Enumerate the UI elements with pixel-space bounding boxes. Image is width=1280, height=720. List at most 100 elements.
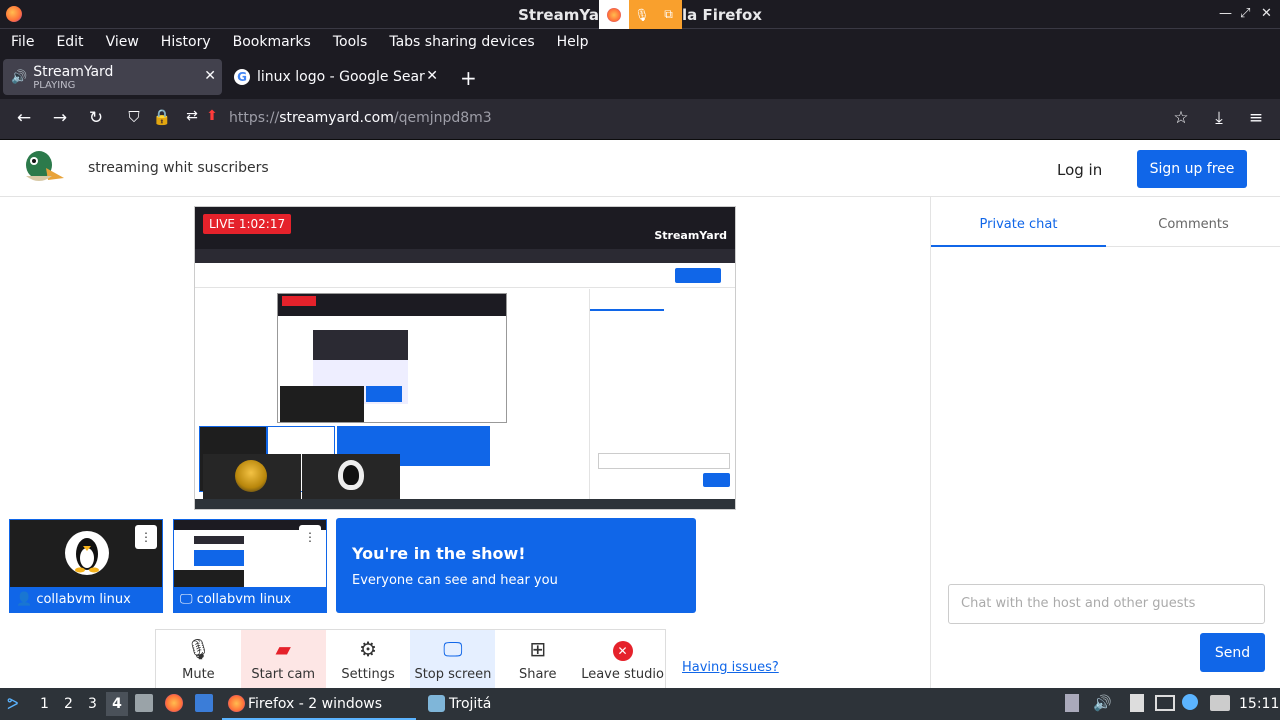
mute-label: Mute [182, 667, 215, 682]
menu-tabs-sharing[interactable]: Tabs sharing devices [389, 34, 534, 50]
share-plus-icon: ⊞ [529, 637, 547, 661]
menu-bookmarks[interactable]: Bookmarks [233, 34, 311, 50]
stage-cam-tile-tux [302, 454, 400, 502]
menu-file[interactable]: File [11, 34, 34, 50]
stage-nested-navbar [195, 249, 735, 263]
minimize-icon[interactable]: — [1219, 6, 1232, 21]
tray-display-icon[interactable] [1155, 695, 1175, 711]
microphone-sharing-icon[interactable]: 🎙 [629, 0, 655, 29]
broadcast-title: streaming whit suscribers [88, 160, 269, 176]
participant-tile-screen[interactable]: ⋮ 🖵 collabvm linux [173, 519, 327, 613]
more-options-icon[interactable]: ⋮ [299, 525, 321, 549]
participant-tile-camera[interactable]: ⋮ 👤 collabvm linux [9, 519, 163, 613]
participant-label: 👤 collabvm linux [10, 587, 162, 612]
tab-google-search[interactable]: G linux logo - Google Search ✕ [226, 59, 444, 95]
studio-header: streaming whit suscribers Log in Sign up… [0, 141, 1280, 197]
menu-view[interactable]: View [106, 34, 139, 50]
lock-icon[interactable]: 🔒 [150, 108, 174, 126]
tab-comments[interactable]: Comments [1106, 197, 1280, 247]
close-tab-icon[interactable]: ✕ [426, 68, 438, 84]
volume-icon[interactable]: 🔊 [1093, 694, 1112, 712]
url-bar[interactable]: https://streamyard.com/qemjnpd8m3 [229, 110, 492, 126]
start-cam-button[interactable]: ▰ Start cam [240, 630, 326, 688]
leave-studio-label: Leave studio [581, 667, 664, 682]
tab-bar: 🔊 StreamYard PLAYING ✕ G linux logo - Go… [0, 54, 1280, 99]
workspace-1[interactable]: 1 [40, 696, 49, 712]
menu-edit[interactable]: Edit [56, 34, 83, 50]
tab-subtitle: PLAYING [33, 79, 76, 91]
leave-studio-button[interactable]: ✕ Leave studio [580, 630, 665, 688]
camera-off-icon: ▰ [275, 637, 291, 661]
stage-preview: LIVE 1:02:17 StreamYard [194, 206, 736, 510]
share-label: Share [518, 667, 557, 682]
menu-help[interactable]: Help [557, 34, 589, 50]
settings-label: Settings [341, 667, 395, 682]
mail-task-icon [428, 695, 445, 712]
workspace-3[interactable]: 3 [88, 696, 97, 712]
monitor-icon: 🖵 [443, 637, 463, 661]
task-firefox[interactable]: Firefox - 2 windows [222, 688, 416, 720]
task-firefox-label: Firefox - 2 windows [248, 696, 383, 712]
firefox-small-icon [607, 7, 621, 22]
back-icon[interactable]: ← [12, 108, 36, 128]
stage-nested-stage [277, 293, 507, 423]
tab-title: StreamYard [33, 63, 114, 80]
settings-button[interactable]: ⚙ Settings [326, 630, 411, 688]
tray-clipboard-icon[interactable] [1065, 694, 1079, 712]
sharing-indicator[interactable]: 🎙 ⧉ [599, 0, 682, 29]
stop-screen-button[interactable]: 🖵 Stop screen [410, 630, 496, 688]
forward-icon[interactable]: → [48, 108, 72, 128]
firefox-launcher-icon[interactable] [165, 694, 183, 712]
workspace-4[interactable]: 4 [106, 692, 128, 716]
mute-button[interactable]: 🎙 Mute [156, 630, 241, 688]
live-badge: LIVE 1:02:17 [203, 214, 292, 234]
streamyard-logo [26, 151, 64, 181]
tray-mail-icon[interactable] [1210, 695, 1230, 711]
start-cam-label: Start cam [251, 667, 316, 682]
in-show-banner: You're in the show! Everyone can see and… [336, 518, 696, 613]
login-link[interactable]: Log in [1057, 161, 1102, 179]
signup-button[interactable]: Sign up free [1137, 150, 1247, 188]
tab-streamyard[interactable]: 🔊 StreamYard PLAYING ✕ [3, 59, 222, 95]
tab-private-chat[interactable]: Private chat [931, 197, 1106, 247]
chat-sidebar: Private chat Comments Chat with the host… [930, 197, 1280, 688]
start-menu-icon[interactable]: ᕗ [7, 694, 19, 713]
menu-bar: File Edit View History Bookmarks Tools T… [0, 29, 1280, 54]
shield-icon[interactable]: ⛉ [122, 108, 146, 126]
new-tab-icon[interactable]: + [460, 66, 477, 90]
reload-icon[interactable]: ↻ [84, 108, 108, 128]
screen-share-indicator-icon[interactable]: ⬆ [200, 108, 224, 124]
participant-label: 🖵 collabvm linux [174, 587, 326, 612]
google-icon: G [234, 69, 250, 85]
terminal-icon[interactable] [195, 694, 213, 712]
page-content: streaming whit suscribers Log in Sign up… [0, 141, 1280, 688]
tab-title: linux logo - Google Search [257, 69, 425, 85]
share-button[interactable]: ⊞ Share [495, 630, 580, 688]
close-window-icon[interactable]: ✕ [1261, 6, 1272, 21]
stage-nested-header [195, 263, 735, 288]
tray-notes-icon[interactable] [1130, 694, 1144, 712]
more-options-icon[interactable]: ⋮ [135, 525, 157, 549]
microphone-icon: 🎙 [185, 637, 212, 661]
tray-update-icon[interactable] [1182, 694, 1198, 710]
downloads-icon[interactable]: ⤓ [1207, 108, 1231, 128]
window-titlebar: StreamYa la Firefox 🎙 ⧉ — ⤢ ✕ [0, 0, 1280, 29]
workspace-2[interactable]: 2 [64, 696, 73, 712]
task-trojita[interactable]: Trojitá [422, 688, 542, 720]
leave-icon: ✕ [612, 641, 633, 661]
menu-tools[interactable]: Tools [333, 34, 368, 50]
screen-sharing-icon[interactable]: ⧉ [655, 0, 682, 29]
send-button[interactable]: Send [1200, 633, 1265, 672]
menu-history[interactable]: History [161, 34, 211, 50]
speaker-icon[interactable]: 🔊 [11, 70, 27, 85]
close-tab-icon[interactable]: ✕ [204, 68, 216, 84]
firefox-task-icon [228, 695, 245, 712]
chat-input[interactable]: Chat with the host and other guests [948, 584, 1265, 624]
bookmark-star-icon[interactable]: ☆ [1169, 108, 1193, 128]
having-issues-link[interactable]: Having issues? [682, 660, 779, 675]
stop-screen-label: Stop screen [414, 667, 492, 682]
maximize-icon[interactable]: ⤢ [1240, 6, 1250, 21]
hamburger-menu-icon[interactable]: ≡ [1244, 108, 1268, 128]
task-trojita-label: Trojitá [449, 696, 492, 712]
file-manager-icon[interactable] [135, 694, 153, 712]
